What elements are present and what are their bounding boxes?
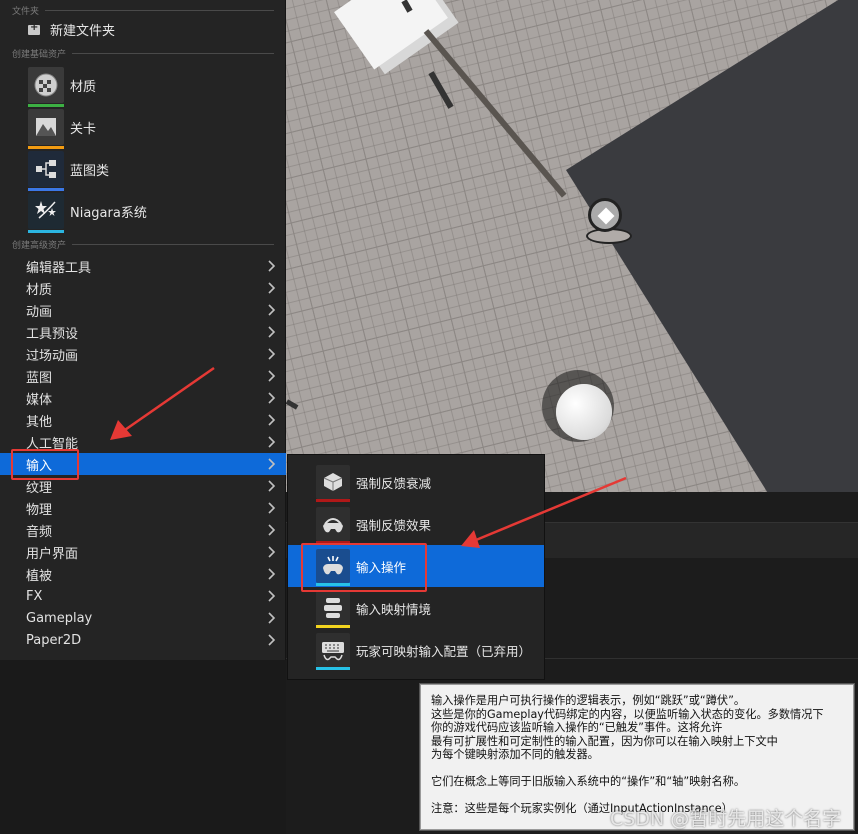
submenu-item-label: 强制反馈衰减 — [356, 475, 432, 491]
asset-niagara-label: Niagara系统 — [70, 205, 147, 221]
content-browser-add-menu: 文件夹 新建文件夹 创建基础资产 材质 关卡 蓝图类 Niagara系统 — [0, 0, 286, 660]
category-item[interactable]: 动画 — [0, 299, 286, 321]
submenu-item-label: 强制反馈效果 — [356, 517, 432, 533]
tooltip-line: 它们在概念上等同于旧版输入系统中的“操作”和“轴”映射名称。 — [431, 774, 746, 788]
category-item-label: Paper2D — [26, 632, 82, 648]
asset-material-label: 材质 — [70, 79, 97, 95]
submenu-item-input-mapping-context[interactable]: 输入映射情境 — [288, 587, 544, 629]
category-item[interactable]: 其他 — [0, 409, 286, 431]
category-item-label: 编辑器工具 — [26, 260, 92, 276]
chevron-right-icon — [268, 501, 276, 515]
white-sphere — [556, 384, 612, 440]
submenu-item-player-mappable-input-config[interactable]: 玩家可映射输入配置（已弃用） — [288, 629, 544, 671]
annotation-box-input-action — [301, 543, 427, 592]
chevron-right-icon — [268, 567, 276, 581]
chevron-right-icon — [268, 347, 276, 361]
category-item[interactable]: 物理 — [0, 497, 286, 519]
category-item[interactable]: 编辑器工具 — [0, 255, 286, 277]
chevron-right-icon — [268, 633, 276, 647]
category-item[interactable]: 材质 — [0, 277, 286, 299]
category-item[interactable]: 蓝图 — [0, 365, 286, 387]
submenu-item-label: 玩家可映射输入配置（已弃用） — [356, 643, 532, 659]
force-feedback-effect-icon — [316, 507, 350, 544]
category-item-label: 过场动画 — [26, 348, 79, 364]
blueprint-icon — [28, 151, 64, 191]
category-item-label: Gameplay — [26, 610, 93, 626]
asset-level-label: 关卡 — [70, 121, 97, 137]
chevron-right-icon — [268, 325, 276, 339]
asset-material[interactable]: 材质 — [28, 67, 97, 107]
category-item[interactable]: FX — [0, 585, 286, 607]
chevron-right-icon — [268, 479, 276, 493]
category-item-label: 动画 — [26, 304, 53, 320]
category-item-label: 植被 — [26, 568, 53, 584]
category-item-label: 音频 — [26, 524, 53, 540]
tooltip-line: 为每个键映射添加不同的触发器。 — [431, 748, 599, 762]
tooltip-line: 最有可扩展性和可定制性的输入配置，因为你可以在输入映射上下文中 — [431, 734, 778, 748]
submenu-item-force-feedback-effect[interactable]: 强制反馈效果 — [288, 503, 544, 545]
chevron-right-icon — [268, 589, 276, 603]
new-folder-icon — [28, 22, 40, 35]
tooltip-line: 这些是你的Gameplay代码绑定的内容，以便监听输入状态的变化。多数情况下 — [431, 707, 824, 721]
chevron-right-icon — [268, 457, 276, 471]
category-item[interactable]: 音频 — [0, 519, 286, 541]
gizmo-handle[interactable] — [588, 198, 622, 232]
chevron-right-icon — [268, 281, 276, 295]
category-item-label: 其他 — [26, 414, 53, 430]
annotation-box-input-category — [11, 449, 79, 480]
asset-niagara-system[interactable]: Niagara系统 — [28, 193, 147, 233]
chevron-right-icon — [268, 545, 276, 559]
force-feedback-attenuation-icon — [316, 465, 350, 502]
category-item-label: 物理 — [26, 502, 53, 518]
chevron-right-icon — [268, 523, 276, 537]
chevron-right-icon — [268, 435, 276, 449]
niagara-icon — [28, 193, 64, 233]
category-item[interactable]: 工具预设 — [0, 321, 286, 343]
category-item[interactable]: 植被 — [0, 563, 286, 585]
input-mapping-context-icon — [316, 591, 350, 628]
category-item-label: FX — [26, 588, 43, 604]
category-item-label: 材质 — [26, 282, 53, 298]
watermark: CSDN @暂时先用这个名字 — [610, 808, 842, 830]
category-item-label: 媒体 — [26, 392, 53, 408]
category-item[interactable]: Paper2D — [0, 629, 286, 651]
category-item-label: 用户界面 — [26, 546, 79, 562]
chevron-right-icon — [268, 369, 276, 383]
asset-blueprint-class[interactable]: 蓝图类 — [28, 151, 110, 191]
asset-blueprint-label: 蓝图类 — [70, 163, 110, 179]
tooltip-line: 输入操作是用户可执行操作的逻辑表示，例如“跳跃”或“蹲伏”。 — [431, 694, 746, 707]
submenu-item-force-feedback-attenuation[interactable]: 强制反馈衰减 — [288, 461, 544, 503]
player-mappable-input-config-icon — [316, 633, 350, 670]
chevron-right-icon — [268, 391, 276, 405]
section-header-folder: 文件夹 — [12, 4, 274, 17]
chevron-right-icon — [268, 413, 276, 427]
category-item[interactable]: 用户界面 — [0, 541, 286, 563]
section-header-advanced: 创建高级资产 — [12, 238, 274, 251]
section-header-basic: 创建基础资产 — [12, 47, 274, 60]
chevron-right-icon — [268, 611, 276, 625]
material-icon — [28, 67, 64, 107]
category-item[interactable]: 过场动画 — [0, 343, 286, 365]
asset-level[interactable]: 关卡 — [28, 109, 97, 149]
new-folder-button[interactable]: 新建文件夹 — [28, 20, 115, 39]
category-item[interactable]: Gameplay — [0, 607, 286, 629]
new-folder-label: 新建文件夹 — [50, 24, 116, 39]
chevron-right-icon — [268, 259, 276, 273]
category-item[interactable]: 媒体 — [0, 387, 286, 409]
submenu-item-label: 输入映射情境 — [356, 601, 432, 617]
tooltip-line: 你的游戏代码应该监听输入操作的“已触发”事件。这将允许 — [431, 721, 723, 735]
category-item-label: 工具预设 — [26, 326, 79, 342]
chevron-right-icon — [268, 303, 276, 317]
category-item-label: 蓝图 — [26, 370, 53, 386]
level-icon — [28, 109, 64, 149]
